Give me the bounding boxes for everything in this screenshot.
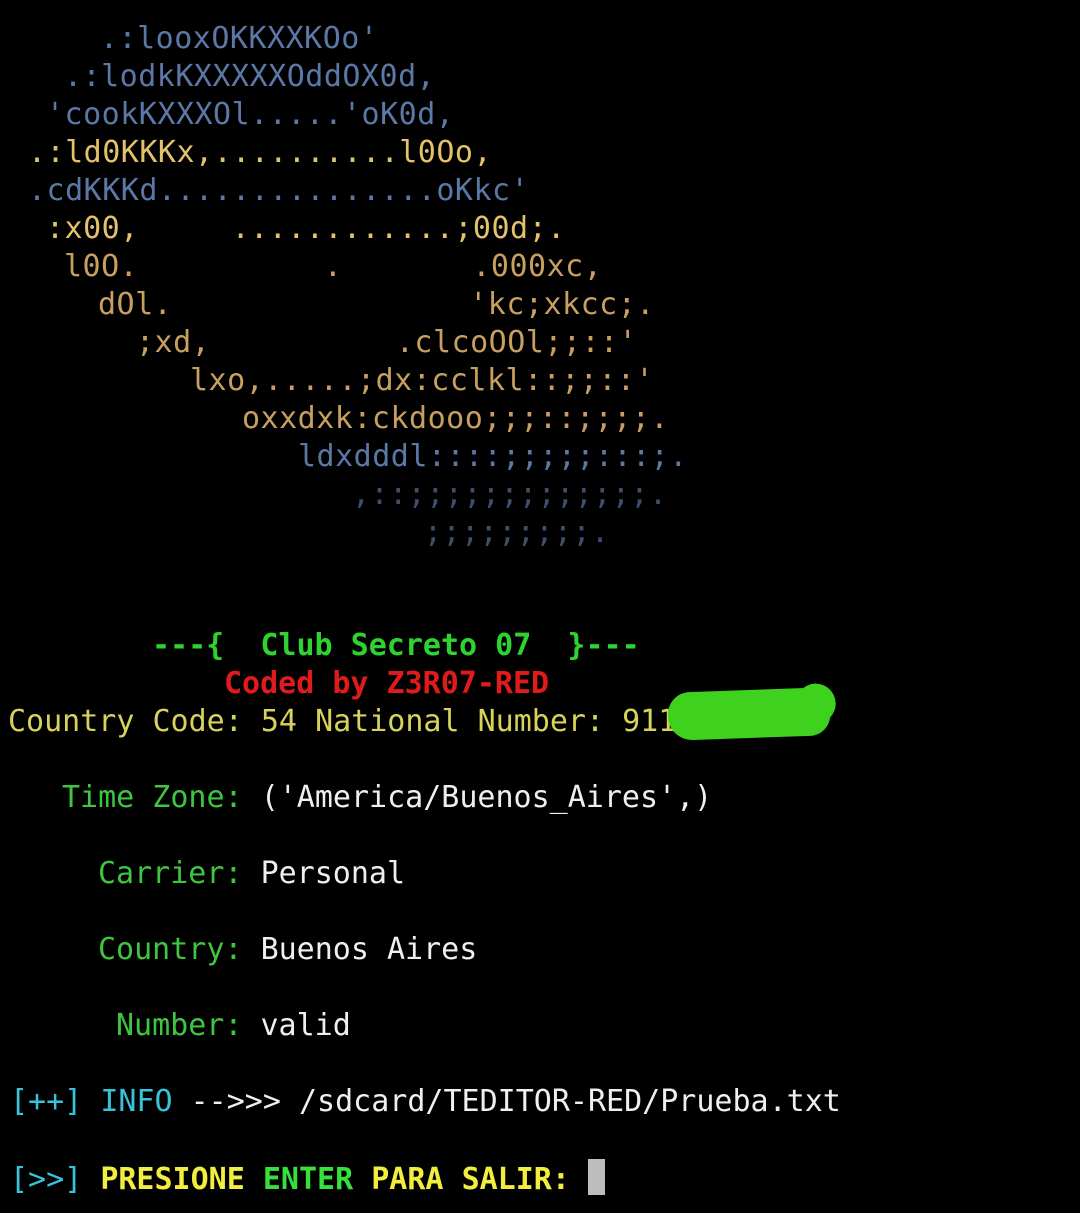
ascii-art-line: .:ld0KKKx,..........l0Oo, xyxy=(28,135,493,170)
national-number-label: National Number: xyxy=(315,704,605,739)
carrier-value: Personal xyxy=(260,856,406,891)
ascii-art-line: .cdKKKd...............oKkc' xyxy=(28,173,530,208)
number-validity-value: valid xyxy=(260,1008,351,1043)
prompt-word-salir: SALIR: xyxy=(461,1162,570,1197)
banner-title: ---{ Club Secreto 07 }--- xyxy=(152,628,640,663)
carrier-row: Carrier: Personal xyxy=(98,855,405,893)
info-output-line: [++] INFO -->>> /sdcard/TEDITOR-RED/Prue… xyxy=(10,1083,841,1121)
number-validity-label: Number: xyxy=(116,1008,243,1043)
output-file-path: /sdcard/TEDITOR-RED/Prueba.txt xyxy=(299,1084,841,1119)
country-code-label: Country Code: xyxy=(8,704,243,739)
country-value: Buenos Aires xyxy=(260,932,478,967)
ascii-art-line: lxo,.....;dx:cclkl::;;::' xyxy=(190,363,655,398)
prompt-word-presione: PRESIONE xyxy=(100,1162,245,1197)
prompt-word-para: PARA xyxy=(371,1162,444,1197)
terminal-window[interactable]: { "ascii_art": [ ".:looxOKKXXKOo'", ".:l… xyxy=(0,0,1080,1213)
prompt-prefix: [>>] xyxy=(10,1162,83,1197)
country-row: Country: Buenos Aires xyxy=(98,931,477,969)
ascii-art-line: :x00, ............;00d;. xyxy=(46,211,566,246)
ascii-art-line: l0O. . .000xc, xyxy=(64,249,603,284)
exit-prompt-line: [>>] PRESIONE ENTER PARA SALIR: xyxy=(10,1159,605,1197)
ascii-art-line: .:lodkKXXXXXOddOX0d, xyxy=(64,59,436,94)
terminal-input-cursor[interactable] xyxy=(588,1159,605,1195)
carrier-label: Carrier: xyxy=(98,856,243,891)
ascii-art-line: 'cookKXXXOl.....'oK0d, xyxy=(46,97,455,132)
prompt-word-enter: ENTER xyxy=(262,1162,354,1197)
ascii-art-line: ldxdddl::::;;;;;:::;. xyxy=(298,439,688,474)
info-prefix: [++] xyxy=(10,1084,83,1119)
time-zone-row: Time Zone: ('America/Buenos_Aires',) xyxy=(62,779,712,817)
ascii-art-line: ;xd, .clcoOOl;;::' xyxy=(136,325,638,360)
country-code-value: 54 xyxy=(260,704,297,739)
number-summary-line: Country Code: 54 National Number: 911 xyxy=(8,703,676,741)
ascii-art-line: oxxdxk:ckdooo;;;::;;;;. xyxy=(242,401,669,436)
ascii-art-line: dOl. 'kc;xkcc;. xyxy=(98,287,655,322)
time-zone-label: Time Zone: xyxy=(62,780,243,815)
redaction-scribble xyxy=(667,687,831,741)
ascii-art-line: ,::;;;;;;;;;;;;;. xyxy=(352,477,668,512)
number-validity-row: Number: valid xyxy=(116,1007,351,1045)
coded-by-credit: Coded by Z3R07-RED xyxy=(224,666,550,701)
info-keyword: INFO xyxy=(100,1084,173,1119)
ascii-art-line: ;;;;;;;;;. xyxy=(424,515,610,550)
ascii-art-line: .:looxOKKXXKOo' xyxy=(100,21,379,56)
country-label: Country: xyxy=(98,932,243,967)
time-zone-value: ('America/Buenos_Aires',) xyxy=(260,780,713,815)
info-arrow: -->>> xyxy=(190,1084,281,1119)
